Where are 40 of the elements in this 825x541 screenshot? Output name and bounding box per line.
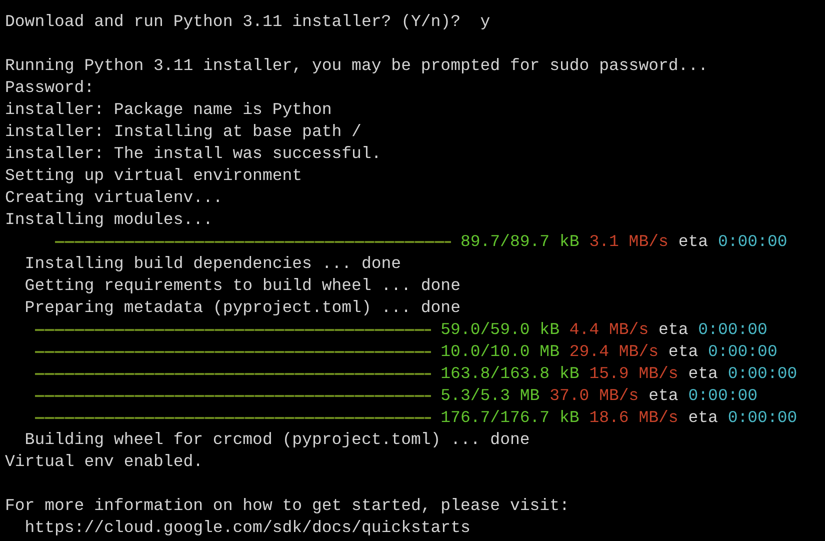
output-line: installer: The install was successful. xyxy=(5,144,382,163)
eta-label: eta xyxy=(688,408,718,427)
output-line: Building wheel for crcmod (pyproject.toml) ... done xyxy=(24,430,530,449)
output-line: Download and run Python 3.11 installer? (Y/n)? y xyxy=(5,12,490,31)
output-line: Setting up virtual environment xyxy=(5,166,302,185)
eta-label: eta xyxy=(688,364,718,383)
output-line: Virtual env enabled. xyxy=(5,452,204,471)
url-text: https://cloud.google.com/sdk/docs/quickstarts xyxy=(24,518,470,537)
eta-text: 0:00:00 xyxy=(708,342,778,361)
eta-text: 0:00:00 xyxy=(728,364,798,383)
eta-text: 0:00:00 xyxy=(728,408,798,427)
eta-label: eta xyxy=(648,386,678,405)
output-line: installer: Package name is Python xyxy=(5,100,332,119)
output-line: Preparing metadata (pyproject.toml) ... done xyxy=(24,298,460,317)
output-line: Running Python 3.11 installer, you may be prompted for sudo password... xyxy=(5,56,708,75)
size-text: 163.8/163.8 kB xyxy=(440,364,580,383)
size-text: 59.0/59.0 kB xyxy=(440,320,560,339)
size-text: 10.0/10.0 MB xyxy=(440,342,560,361)
output-line: Installing modules... xyxy=(5,210,213,229)
output-line: Installing build dependencies ... done xyxy=(24,254,402,273)
speed-text: 37.0 MB/s xyxy=(550,386,639,405)
output-line: installer: Installing at base path / xyxy=(5,122,362,141)
eta-label: eta xyxy=(668,342,698,361)
eta-text: 0:00:00 xyxy=(698,320,768,339)
output-line: For more information on how to get started, please visit: xyxy=(5,496,570,515)
speed-text: 3.1 MB/s xyxy=(589,232,668,251)
size-text: 89.7/89.7 kB xyxy=(460,232,580,251)
eta-label: eta xyxy=(678,232,708,251)
speed-text: 15.9 MB/s xyxy=(589,364,678,383)
size-text: 5.3/5.3 MB xyxy=(440,386,540,405)
eta-text: 0:00:00 xyxy=(718,232,788,251)
speed-text: 4.4 MB/s xyxy=(569,320,649,339)
size-text: 176.7/176.7 kB xyxy=(440,408,580,427)
eta-text: 0:00:00 xyxy=(688,386,758,405)
speed-text: 18.6 MB/s xyxy=(589,408,678,427)
speed-text: 29.4 MB/s xyxy=(569,342,659,361)
output-line: Creating virtualenv... xyxy=(5,188,223,207)
eta-label: eta xyxy=(658,320,688,339)
output-line: Password: xyxy=(5,78,94,97)
output-line: Getting requirements to build wheel ... done xyxy=(24,276,460,295)
